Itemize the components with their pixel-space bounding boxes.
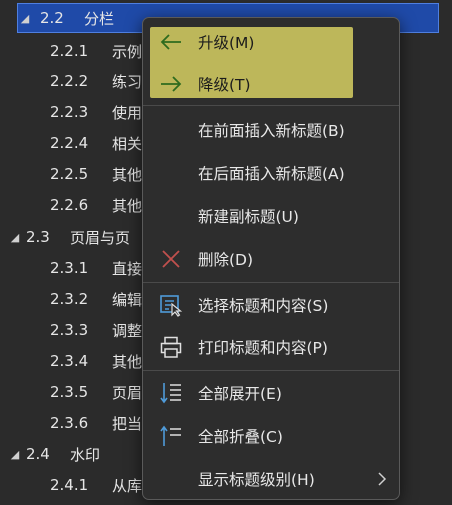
outline-label: 调整 xyxy=(112,321,143,340)
collapse-all-icon xyxy=(159,424,183,448)
menu-item-label: 全部折叠(C) xyxy=(198,428,283,446)
menu-separator xyxy=(143,370,399,371)
chevron-right-icon xyxy=(377,472,387,486)
select-content-icon xyxy=(159,293,183,317)
menu-item-label: 降级(T) xyxy=(198,76,251,94)
menu-item-label: 全部展开(E) xyxy=(198,385,282,403)
menu-item-label: 在前面插入新标题(B) xyxy=(198,122,345,140)
outline-num: 2.2.6 xyxy=(50,196,89,214)
collapse-all-menu-item[interactable]: 全部折叠(C) xyxy=(143,416,399,456)
outline-label: 从库 xyxy=(112,476,143,495)
menu-item-label: 新建副标题(U) xyxy=(198,208,299,226)
outline-num: 2.3.3 xyxy=(50,321,89,339)
outline-num: 2.3 xyxy=(26,228,50,246)
menu-item-label: 升级(M) xyxy=(198,34,255,52)
outline-label: 直接 xyxy=(112,259,143,278)
printer-icon xyxy=(159,335,183,359)
expand-all-icon xyxy=(159,381,183,405)
outline-label: 页眉与页 xyxy=(70,228,131,247)
outline-label: 其他 xyxy=(112,352,143,371)
new-subheading-menu-item[interactable]: 新建副标题(U) xyxy=(143,196,399,236)
outline-label: 把当 xyxy=(112,414,143,433)
insert-before-menu-item[interactable]: 在前面插入新标题(B) xyxy=(143,110,399,150)
outline-label: 使用 xyxy=(112,103,143,122)
show-heading-levels-menu-item[interactable]: 显示标题级别(H) xyxy=(143,459,399,499)
outline-label: 分栏 xyxy=(84,9,115,28)
insert-after-menu-item[interactable]: 在后面插入新标题(A) xyxy=(143,153,399,193)
outline-label: 其他 xyxy=(112,196,143,215)
outline-num: 2.3.4 xyxy=(50,352,89,370)
demote-menu-item[interactable]: 降级(T) xyxy=(143,64,399,104)
outline-label: 练习 xyxy=(112,72,143,91)
outline-num: 2.2 xyxy=(40,9,64,27)
arrow-left-icon xyxy=(159,30,183,54)
expand-arrow-icon[interactable]: ◢ xyxy=(8,448,22,461)
outline-label: 相关 xyxy=(112,134,143,153)
outline-num: 2.3.1 xyxy=(50,259,89,277)
outline-label: 其他 xyxy=(112,165,143,184)
context-menu: 升级(M) 降级(T) 在前面插入新标题(B) 在后面插入新标题(A) 新建副标… xyxy=(142,17,400,500)
print-heading-content-menu-item[interactable]: 打印标题和内容(P) xyxy=(143,327,399,367)
expand-arrow-icon[interactable]: ◢ xyxy=(8,231,22,244)
outline-num: 2.3.5 xyxy=(50,383,89,401)
delete-menu-item[interactable]: 删除(D) xyxy=(143,239,399,279)
menu-item-label: 选择标题和内容(S) xyxy=(198,297,329,315)
outline-num: 2.3.6 xyxy=(50,414,89,432)
expand-all-menu-item[interactable]: 全部展开(E) xyxy=(143,373,399,413)
menu-item-label: 打印标题和内容(P) xyxy=(198,339,328,357)
arrow-right-icon xyxy=(159,72,183,96)
menu-separator xyxy=(143,282,399,283)
delete-x-icon xyxy=(159,247,183,271)
outline-num: 2.3.2 xyxy=(50,290,89,308)
expand-arrow-icon[interactable]: ◢ xyxy=(18,12,32,25)
outline-label: 水印 xyxy=(70,445,101,464)
menu-item-label: 在后面插入新标题(A) xyxy=(198,165,345,183)
outline-num: 2.2.1 xyxy=(50,42,89,60)
outline-num: 2.2.3 xyxy=(50,103,89,121)
outline-label: 编辑 xyxy=(112,290,143,309)
select-heading-content-menu-item[interactable]: 选择标题和内容(S) xyxy=(143,285,399,325)
outline-num: 2.4 xyxy=(26,445,50,463)
menu-item-label: 删除(D) xyxy=(198,251,254,269)
outline-label: 页眉 xyxy=(112,383,143,402)
outline-num: 2.2.2 xyxy=(50,72,89,90)
outline-label: 示例 xyxy=(112,42,143,61)
menu-separator xyxy=(143,105,399,106)
menu-item-label: 显示标题级别(H) xyxy=(198,471,315,489)
promote-menu-item[interactable]: 升级(M) xyxy=(143,22,399,62)
outline-num: 2.2.4 xyxy=(50,134,89,152)
outline-num: 2.2.5 xyxy=(50,165,89,183)
outline-num: 2.4.1 xyxy=(50,476,89,494)
